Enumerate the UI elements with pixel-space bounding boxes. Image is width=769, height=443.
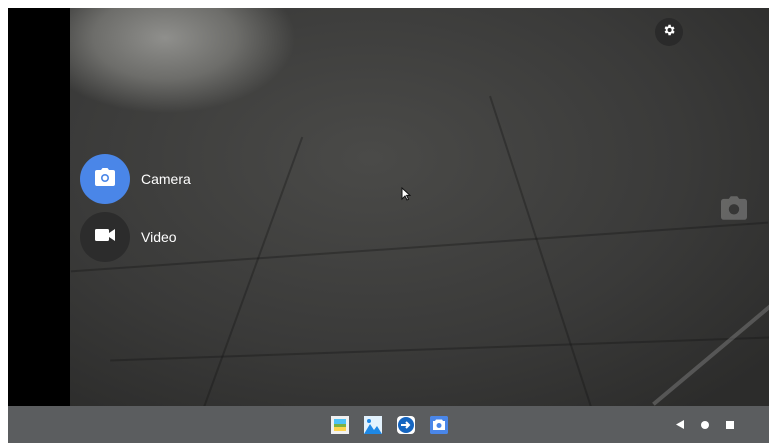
- left-black-bar: [8, 8, 70, 406]
- home-icon: [701, 416, 709, 434]
- floor-tile-line: [489, 95, 593, 406]
- camera-icon[interactable]: [430, 416, 448, 434]
- camera-icon: [95, 167, 115, 191]
- recents-icon: [726, 416, 734, 434]
- camera-icon: [721, 196, 747, 224]
- floor-tile-line: [110, 336, 769, 362]
- device-screen: Camera Video: [8, 8, 769, 443]
- camera-mode-label: Camera: [141, 171, 191, 187]
- camera-mode-button[interactable]: [80, 154, 130, 204]
- mode-video[interactable]: Video: [80, 212, 177, 262]
- landscape-icon[interactable]: [364, 416, 382, 434]
- home-button[interactable]: [696, 416, 714, 434]
- video-icon: [95, 228, 115, 246]
- arrow-circle-icon[interactable]: [397, 416, 415, 434]
- shutter-hint[interactable]: [721, 196, 747, 222]
- back-button[interactable]: [671, 416, 689, 434]
- camera-viewfinder[interactable]: [70, 8, 769, 406]
- gear-icon: [662, 23, 676, 42]
- back-icon: [676, 416, 684, 434]
- video-mode-label: Video: [141, 229, 177, 245]
- recents-button[interactable]: [721, 416, 739, 434]
- video-mode-button[interactable]: [80, 212, 130, 262]
- mode-camera[interactable]: Camera: [80, 154, 191, 204]
- settings-button[interactable]: [655, 18, 683, 46]
- floor-tile-line: [198, 136, 304, 406]
- mouse-cursor: [401, 186, 412, 206]
- picture-frame-icon[interactable]: [331, 416, 349, 434]
- taskbar: [8, 406, 769, 443]
